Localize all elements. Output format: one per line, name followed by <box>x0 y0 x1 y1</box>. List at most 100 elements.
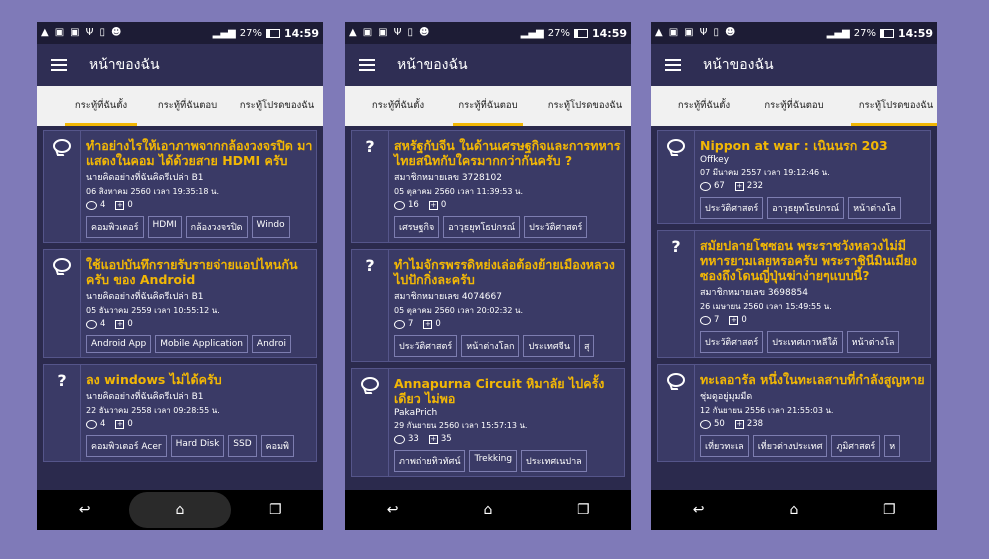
tab-1[interactable]: กระทู้ที่ฉันตั้ง <box>669 86 739 126</box>
topic-title[interactable]: ทำไมจักรพรรดิหย่งเล่อต้องย้ายเมืองหลวงไป… <box>394 257 624 287</box>
tab-2[interactable]: กระทู้ที่ฉันตอบ <box>145 86 230 126</box>
tab-2[interactable]: กระทู้ที่ฉันตอบ <box>453 86 523 126</box>
tag[interactable]: คอมพิ <box>260 435 294 457</box>
tab-2[interactable]: กระทู้ที่ฉันตอบ <box>759 86 829 126</box>
tab-3[interactable]: กระทู้โปรดของฉัน <box>545 86 625 126</box>
back-icon[interactable]: ↩ <box>373 498 413 522</box>
topic-card[interactable]: ทำอย่างไรให้เอาภาพจากกล้องวงจรปิด มาแสดง… <box>43 130 317 243</box>
topic-card[interactable]: ? สหรัฐกับจีน ในด้านเศรษฐกิจและการทหาร ไท… <box>351 130 625 243</box>
tag[interactable]: Androi <box>251 335 292 353</box>
signal-icon: ▂▄▆ <box>826 27 850 39</box>
tag[interactable]: เศรษฐกิจ <box>394 216 440 238</box>
tag[interactable]: หน้าต่างโล <box>846 331 900 353</box>
tag[interactable]: ภูมิศาสตร์ <box>831 435 881 457</box>
plus-icon: + <box>428 434 438 444</box>
tag[interactable]: กล้องวงจรปิด <box>185 216 248 238</box>
tag[interactable]: Android App <box>86 335 152 353</box>
tag[interactable]: Windo <box>251 216 290 238</box>
topic-title[interactable]: ลง windows ไม่ได้ครับ <box>86 372 316 387</box>
menu-icon[interactable] <box>51 59 67 71</box>
tag[interactable]: Mobile Application <box>155 335 248 353</box>
back-icon[interactable]: ↩ <box>65 498 105 522</box>
topic-card[interactable]: ใช้แอปบันทึกรายรับรายจ่ายแอปไหนกันครับ ข… <box>43 249 317 358</box>
topic-card[interactable]: Nippon at war : เนินนรก 203 Offkey 07 มีนา… <box>657 130 931 224</box>
tag[interactable]: อาวุธยุทโธปกรณ์ <box>443 216 521 238</box>
warning-icon: ▲ <box>41 27 49 38</box>
tag[interactable]: SSD <box>228 435 257 457</box>
tag[interactable]: หน้าต่างโลก <box>461 335 520 357</box>
topic-card[interactable]: Annapurna Circuit หิมาลัย ไปครั้งเดียว ไ… <box>351 368 625 477</box>
tag[interactable]: หน้าต่างโล <box>848 197 901 219</box>
comment-icon <box>53 139 71 153</box>
topic-title[interactable]: ทะเลอารัล หนึ่งในทะเลสาบที่กำลังสูญหาย <box>700 372 930 387</box>
tag[interactable]: เที่ยวทะเล <box>700 435 749 457</box>
tag[interactable]: ภาพถ่ายทิวทัศน์ <box>394 450 466 472</box>
topic-type: ? <box>352 131 389 242</box>
home-icon[interactable]: ⌂ <box>774 498 814 522</box>
tag[interactable]: เที่ยวต่างประเทศ <box>752 435 828 457</box>
comment-count-icon <box>700 181 711 191</box>
tag[interactable]: Trekking <box>469 450 518 472</box>
back-icon[interactable]: ↩ <box>679 498 719 522</box>
tag[interactable]: ห <box>884 435 901 457</box>
topic-title[interactable]: Nippon at war : เนินนรก 203 <box>700 138 930 153</box>
vote-count: 0 <box>127 319 133 329</box>
tab-3[interactable]: กระทู้โปรดของฉัน <box>237 86 317 126</box>
topic-date: 12 กันยายน 2556 เวลา 21:55:03 น. <box>700 406 834 415</box>
topic-title[interactable]: สหรัฐกับจีน ในด้านเศรษฐกิจและการทหาร ไทย… <box>394 138 624 168</box>
tab-1[interactable]: กระทู้ที่ฉันตั้ง <box>363 86 433 126</box>
topic-title[interactable]: ใช้แอปบันทึกรายรับรายจ่ายแอปไหนกันครับ ข… <box>86 257 316 287</box>
comment-count: 4 <box>100 200 106 210</box>
tab-3[interactable]: กระทู้โปรดของฉัน <box>851 86 937 126</box>
topic-date: 05 ตุลาคม 2560 เวลา 11:39:53 น. <box>394 187 524 196</box>
comment-count: 4 <box>100 419 106 429</box>
message-icon: ▣ <box>70 27 80 38</box>
topic-body: ใช้แอปบันทึกรายรับรายจ่ายแอปไหนกันครับ ข… <box>81 250 316 357</box>
tag[interactable]: สุ <box>578 335 595 357</box>
topic-card[interactable]: ? สมัยปลายโชซอน พระราชวังหลวงไม่มีทหารยาม… <box>657 230 931 358</box>
menu-icon[interactable] <box>665 59 681 71</box>
recent-apps-icon[interactable]: ❐ <box>563 498 603 522</box>
signal-icon: ▂▄▆ <box>520 27 544 39</box>
tag[interactable]: ประวัติศาสตร์ <box>700 197 764 219</box>
topic-date: 07 มีนาคม 2557 เวลา 19:12:46 น. <box>700 168 830 177</box>
tag[interactable]: ประวัติศาสตร์ <box>524 216 588 238</box>
recent-apps-icon[interactable]: ❐ <box>869 498 909 522</box>
page-title: หน้าของฉัน <box>703 57 774 73</box>
topic-type <box>352 369 389 476</box>
comment-count: 67 <box>714 181 725 191</box>
tag[interactable]: ประเทศเนปาล <box>521 450 587 472</box>
tag[interactable]: คอมพิวเตอร์ Acer <box>86 435 167 457</box>
tag-list: เศรษฐกิจ อาวุธยุทโธปกรณ์ ประวัติศาสตร์ <box>394 216 624 238</box>
question-icon: ? <box>57 371 67 390</box>
tag[interactable]: HDMI <box>147 216 182 238</box>
tag[interactable]: ประเทศเกาหลีใต้ <box>767 331 843 353</box>
tag[interactable]: Hard Disk <box>170 435 225 457</box>
tag[interactable]: ประวัติศาสตร์ <box>700 331 764 353</box>
topic-title[interactable]: Annapurna Circuit หิมาลัย ไปครั้งเดียว ไ… <box>394 376 624 406</box>
topic-title[interactable]: สมัยปลายโชซอน พระราชวังหลวงไม่มีทหารยามเ… <box>700 238 930 283</box>
tag[interactable]: ประวัติศาสตร์ <box>394 335 458 357</box>
vote-count: 232 <box>746 181 764 191</box>
topic-date: 22 ธันวาคม 2558 เวลา 09:28:55 น. <box>86 406 220 415</box>
comment-count-icon <box>86 419 97 429</box>
topic-card[interactable]: ? ทำไมจักรพรรดิหย่งเล่อต้องย้ายเมืองหลวงไ… <box>351 249 625 362</box>
topic-card[interactable]: ? ลง windows ไม่ได้ครับ นายคิดอย่างที่ฉันค… <box>43 364 317 462</box>
home-icon[interactable]: ⌂ <box>160 498 200 522</box>
tag[interactable]: คอมพิวเตอร์ <box>86 216 144 238</box>
recent-apps-icon[interactable]: ❐ <box>255 498 295 522</box>
tag[interactable]: อาวุธยุทโธปกรณ์ <box>767 197 845 219</box>
topic-card[interactable]: ทะเลอารัล หนึ่งในทะเลสาบที่กำลังสูญหาย ชุ… <box>657 364 931 462</box>
tab-bar: กระทู้ที่ฉันตั้ง กระทู้ที่ฉันตอบ กระทู้โปร… <box>37 86 323 126</box>
page-title: หน้าของฉัน <box>89 57 160 73</box>
status-right: ▂▄▆ 27% 14:59 <box>213 27 319 40</box>
tab-1[interactable]: กระทู้ที่ฉันตั้ง <box>65 86 137 126</box>
clock: 14:59 <box>283 26 319 40</box>
home-icon[interactable]: ⌂ <box>468 498 508 522</box>
comment-count: 7 <box>408 319 414 329</box>
tag[interactable]: ประเทศจีน <box>523 335 575 357</box>
usb-icon: Ψ <box>699 27 708 38</box>
android-icon: ☻ <box>111 27 122 38</box>
topic-title[interactable]: ทำอย่างไรให้เอาภาพจากกล้องวงจรปิด มาแสดง… <box>86 138 316 168</box>
menu-icon[interactable] <box>359 59 375 71</box>
